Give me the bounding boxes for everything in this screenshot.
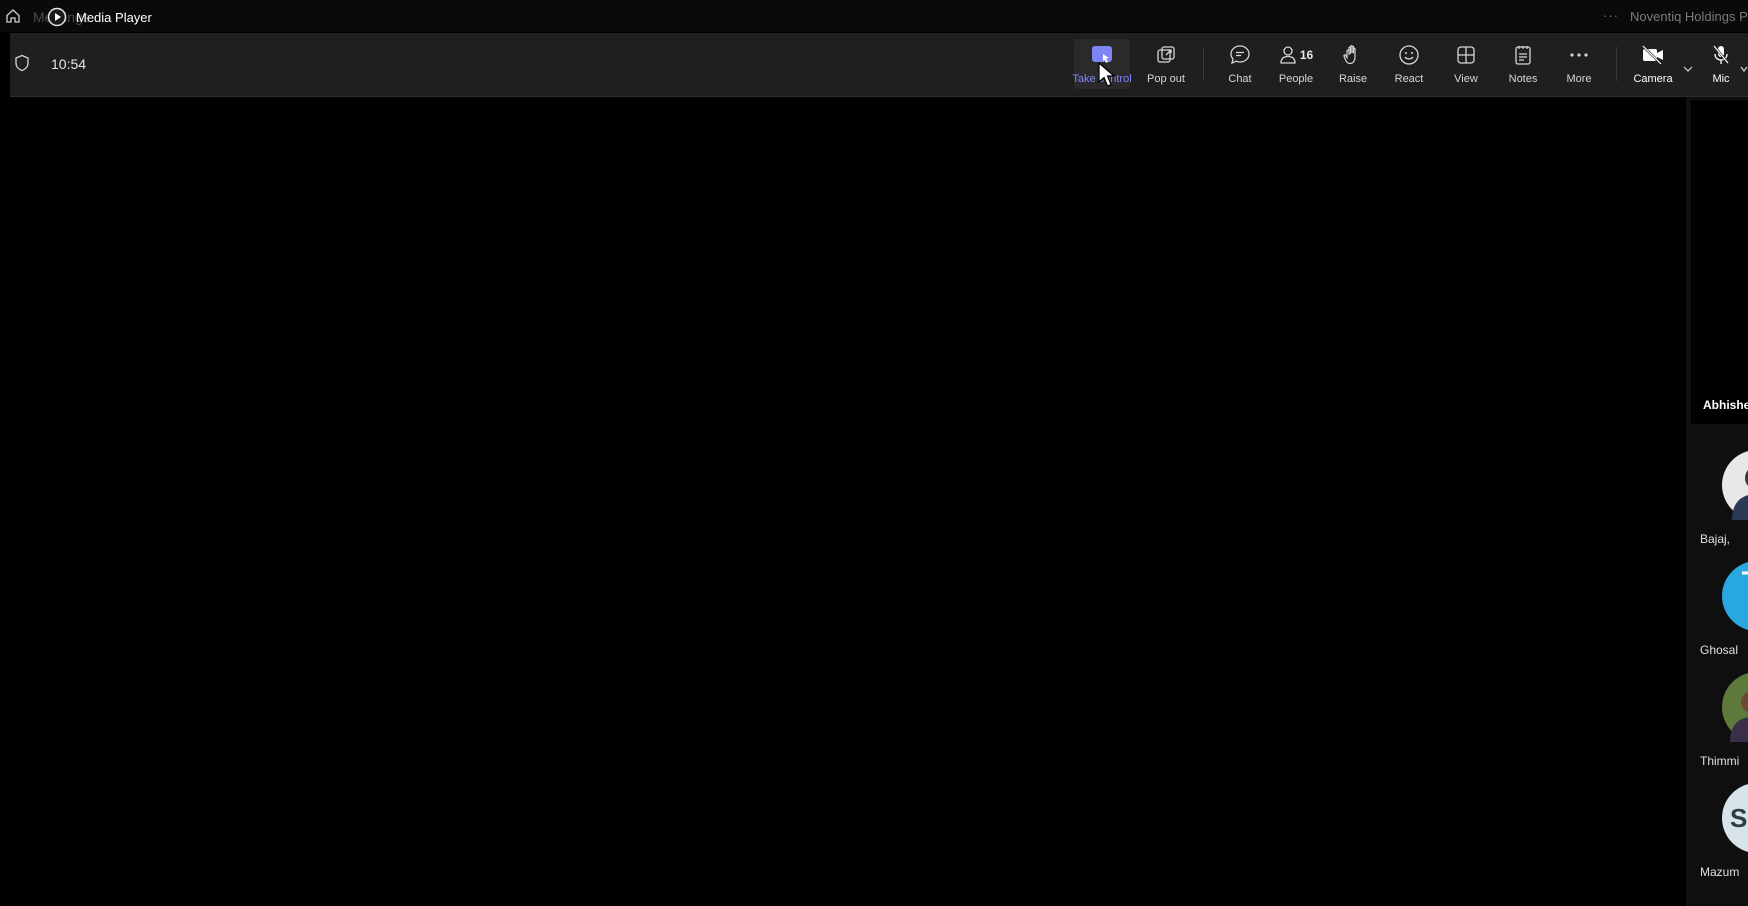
camera-label: Camera <box>1633 73 1673 85</box>
participant-tile[interactable]: Ghosal <box>1700 561 1748 661</box>
title-bar: Meetings Media Player ··· Noventiq Holdi… <box>0 0 1748 32</box>
pop-out-button[interactable]: Pop out <box>1138 39 1194 89</box>
more-button[interactable]: More <box>1551 39 1607 89</box>
mic-off-icon <box>1711 41 1731 69</box>
home-icon[interactable] <box>5 8 21 29</box>
toolbar-divider <box>1616 47 1617 81</box>
media-player-icon <box>47 7 67 32</box>
react-button[interactable]: React <box>1381 39 1437 89</box>
media-player-label: Media Player <box>76 10 152 25</box>
notes-icon <box>1514 41 1532 69</box>
teams-media-player-window: Meetings Media Player ··· Noventiq Holdi… <box>0 0 1748 906</box>
mouse-cursor-icon <box>1098 61 1116 93</box>
organization-name: Noventiq Holdings PLC <box>1630 9 1748 24</box>
more-options-icon[interactable]: ··· <box>1603 8 1619 23</box>
view-grid-icon <box>1456 41 1476 69</box>
camera-options-chevron-down-icon[interactable] <box>1683 59 1693 77</box>
featured-video-tile[interactable] <box>1691 100 1748 424</box>
meeting-timer: 10:54 <box>51 56 87 72</box>
react-label: React <box>1394 73 1424 85</box>
notes-label: Notes <box>1508 73 1538 85</box>
avatar <box>1722 450 1748 520</box>
meeting-toolbar: 10:54 Take control Pop out Chat 16 Peopl… <box>10 33 1748 97</box>
avatar <box>1722 561 1748 631</box>
avatar-initial: S <box>1730 802 1748 833</box>
participant-name: Ghosal <box>1700 643 1739 657</box>
react-icon <box>1398 41 1420 69</box>
featured-participant-name: Abhishek <box>1703 398 1748 412</box>
people-count: 16 <box>1299 48 1314 62</box>
shared-screen-stage[interactable] <box>0 97 1686 906</box>
mic-button[interactable]: Mic <box>1701 39 1741 89</box>
participant-tile[interactable]: S Mazum <box>1700 783 1748 883</box>
participant-name: Thimmi <box>1700 754 1740 768</box>
mic-options-chevron-down-icon[interactable] <box>1740 59 1748 77</box>
raise-hand-button[interactable]: Raise <box>1325 39 1381 89</box>
pop-out-icon <box>1156 41 1176 69</box>
participant-name: Bajaj, <box>1700 532 1731 546</box>
chat-icon <box>1229 41 1251 69</box>
toolbar-divider <box>1203 47 1204 81</box>
raise-label: Raise <box>1338 73 1368 85</box>
more-label: More <box>1566 73 1592 85</box>
view-label: View <box>1454 73 1478 85</box>
shield-icon <box>14 54 30 77</box>
participant-tile[interactable]: Thimmi <box>1700 672 1748 772</box>
chat-label: Chat <box>1228 73 1252 85</box>
avatar <box>1722 672 1748 742</box>
mic-label: Mic <box>1712 73 1730 85</box>
camera-off-icon <box>1641 41 1665 69</box>
notes-button[interactable]: Notes <box>1495 39 1551 89</box>
people-button[interactable]: 16 People <box>1268 39 1324 89</box>
more-dots-icon <box>1569 41 1589 69</box>
people-icon-wrapper: 16 <box>1279 41 1313 69</box>
avatar: S <box>1722 783 1748 853</box>
participant-tile[interactable]: Bajaj, <box>1700 450 1748 550</box>
chat-button[interactable]: Chat <box>1212 39 1268 89</box>
raise-hand-icon <box>1343 41 1363 69</box>
participant-name: Mazum <box>1700 865 1740 879</box>
people-icon <box>1280 46 1296 64</box>
view-button[interactable]: View <box>1438 39 1494 89</box>
camera-button[interactable]: Camera <box>1625 39 1681 89</box>
people-label: People <box>1278 73 1314 85</box>
pop-out-label: Pop out <box>1147 73 1185 85</box>
